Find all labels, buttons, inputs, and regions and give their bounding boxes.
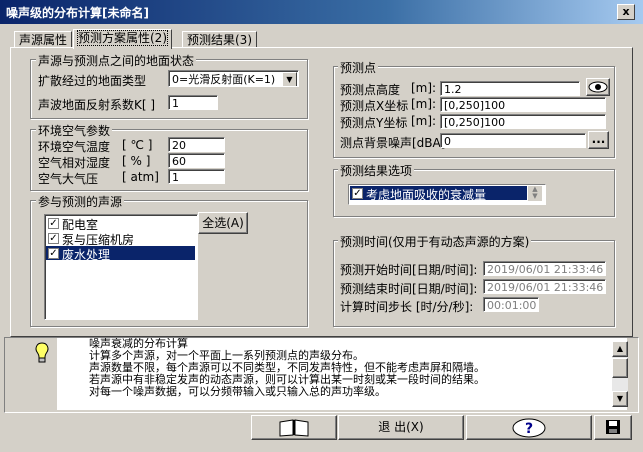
scroll-up-button[interactable]: ▲	[612, 341, 628, 357]
lightbulb-icon	[35, 342, 49, 363]
env-pressure-label: 空气大气压	[38, 172, 99, 186]
svg-text:?: ?	[525, 421, 533, 437]
eye-view-button[interactable]	[586, 78, 610, 96]
point-x-unit: [m]:	[411, 97, 437, 111]
env-temp-input[interactable]: 20	[168, 137, 225, 152]
floppy-disk-icon	[606, 420, 620, 434]
ground-reflect-input[interactable]: 1	[168, 95, 218, 110]
checkbox-checked[interactable]: ✓	[48, 248, 59, 259]
help-button[interactable]: ?	[466, 415, 592, 440]
info-panel: 噪声衰减的分布计算 计算多个声源，对一个平面上一系列预测点的声级分布。 声源数量…	[4, 337, 639, 413]
info-line: 对每一个噪声数据，可以分频带输入或只输入总的声功率级。	[89, 385, 386, 398]
source-item-selected[interactable]: ✓ 废水处理	[46, 246, 195, 262]
env-temp-label: 环境空气温度	[38, 140, 111, 154]
point-y-input[interactable]: [0,250]100	[440, 114, 606, 129]
env-pressure-unit: [ atm]	[122, 170, 159, 184]
close-button[interactable]: x	[617, 4, 635, 20]
point-y-label: 预测点Y坐标	[340, 116, 408, 130]
title-bar: 噪声级的分布计算[未命名] x	[0, 0, 643, 24]
point-height-input[interactable]: 1.2	[440, 81, 580, 96]
help-question-icon: ?	[512, 418, 546, 438]
env-humidity-input[interactable]: 60	[168, 153, 225, 168]
sources-title: 参与预测的声源	[36, 193, 125, 210]
env-params-title: 环境空气参数	[36, 122, 113, 139]
point-height-unit: [m]:	[411, 81, 437, 95]
start-time-input[interactable]: 2019/06/01 21:33:46	[483, 261, 606, 276]
start-time-label: 预测开始时间[日期/时间]:	[340, 263, 478, 277]
background-noise-button[interactable]: ...	[588, 131, 609, 149]
ground-type-select[interactable]: 0=光滑反射面(K=1) ▼	[168, 70, 299, 87]
scroll-down-button[interactable]: ▼	[612, 391, 628, 407]
info-text: 噪声衰减的分布计算 计算多个声源，对一个平面上一系列预测点的声级分布。 声源数量…	[57, 338, 627, 410]
ground-type-label: 扩散经过的地面类型	[38, 74, 147, 88]
exit-button[interactable]: 退 出(X)	[338, 415, 464, 440]
env-pressure-input[interactable]: 1	[168, 169, 225, 184]
ground-type-value: 0=光滑反射面(K=1)	[172, 73, 276, 86]
manual-button[interactable]	[251, 415, 337, 440]
point-x-label: 预测点X坐标	[340, 99, 409, 113]
ground-state-title: 声源与预测点之间的地面状态	[36, 52, 197, 69]
checkbox-checked[interactable]: ✓	[48, 218, 59, 229]
point-y-unit: [m]:	[411, 114, 437, 128]
scroll-thumb[interactable]	[612, 358, 628, 378]
env-humidity-label: 空气相对湿度	[38, 156, 111, 170]
checkbox-checked[interactable]: ✓	[352, 188, 363, 199]
point-x-input[interactable]: [0,250]100	[440, 97, 606, 112]
result-option-label: 考虑地面吸收的衰减量	[366, 188, 487, 202]
save-button[interactable]	[594, 415, 632, 440]
spin-arrows-icon[interactable]: ▲ ▼	[528, 186, 542, 201]
prediction-time-title: 预测时间(仅用于有动态声源的方案)	[338, 233, 532, 250]
result-options-title: 预测结果选项	[338, 162, 415, 179]
prediction-point-title: 预测点	[338, 59, 379, 76]
time-step-label: 计算时间步长 [时/分/秒]:	[340, 300, 474, 314]
book-icon	[279, 419, 309, 437]
source-item[interactable]: ✓ 配电室	[47, 216, 193, 232]
time-step-input[interactable]: 00:01:00	[483, 297, 539, 312]
env-humidity-unit: [ % ]	[122, 154, 151, 168]
select-all-button[interactable]: 全选(A)	[198, 212, 248, 234]
checkbox-checked[interactable]: ✓	[48, 233, 59, 244]
window-title: 噪声级的分布计算[未命名]	[6, 6, 149, 20]
env-temp-unit: [ ℃ ]	[122, 138, 153, 152]
chevron-down-icon[interactable]: ▼	[282, 72, 297, 86]
end-time-label: 预测结束时间[日期/时间]:	[340, 282, 478, 296]
info-scrollbar[interactable]: ▲ ▼	[612, 341, 628, 407]
eye-icon	[588, 81, 608, 93]
source-item[interactable]: ✓ 泵与压缩机房	[47, 231, 193, 247]
result-option-item[interactable]: ✓ 考虑地面吸收的衰减量	[350, 186, 527, 202]
tab-scheme-label: 预测方案属性(2)	[77, 30, 168, 46]
point-height-label: 预测点高度	[340, 83, 401, 97]
background-noise-input[interactable]: 0	[440, 133, 586, 148]
ground-reflect-label: 声波地面反射系数K[ ]	[38, 98, 156, 112]
background-noise-label: 测点背景噪声[dBA]	[340, 136, 446, 150]
source-item-label: 废水处理	[62, 248, 111, 262]
end-time-input[interactable]: 2019/06/01 21:33:46	[483, 279, 606, 294]
tab-scheme-properties[interactable]: 预测方案属性(2)	[73, 29, 172, 49]
